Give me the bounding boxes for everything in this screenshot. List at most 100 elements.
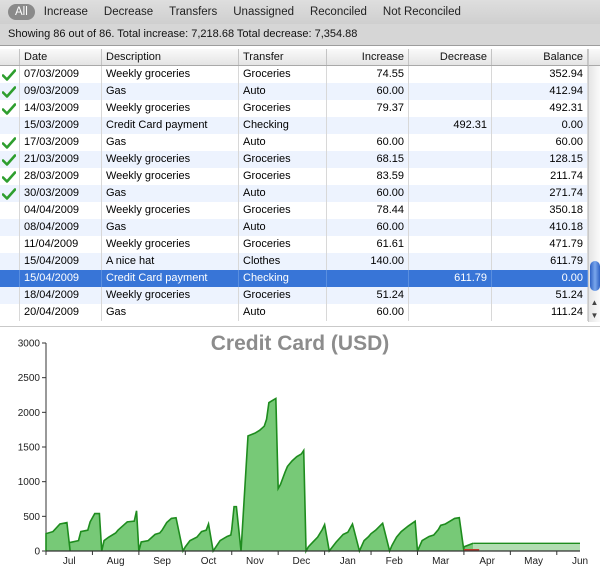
table-row[interactable]: 21/03/2009 Weekly groceries Groceries 68.15… bbox=[0, 151, 588, 168]
reconciled-cell[interactable] bbox=[0, 270, 20, 287]
y-tick-label: 500 bbox=[23, 512, 40, 523]
cell-increase: 60.00 bbox=[327, 185, 409, 202]
reconciled-cell[interactable] bbox=[0, 185, 20, 202]
scroll-up-arrow-icon[interactable]: ▲ bbox=[589, 296, 600, 309]
cell-transfer: Auto bbox=[239, 134, 327, 151]
scrollbar-thumb[interactable] bbox=[590, 261, 600, 291]
table-row[interactable]: 17/03/2009 Gas Auto 60.00 60.00 bbox=[0, 134, 588, 151]
x-tick-label: Aug bbox=[107, 556, 125, 567]
reconciled-cell[interactable] bbox=[0, 236, 20, 253]
cell-transfer: Checking bbox=[239, 117, 327, 134]
table-row[interactable]: 28/03/2009 Weekly groceries Groceries 83.59… bbox=[0, 168, 588, 185]
cell-date: 28/03/2009 bbox=[20, 168, 102, 185]
cell-decrease bbox=[409, 304, 492, 321]
checkmark-icon bbox=[2, 137, 16, 149]
cell-balance: 51.24 bbox=[492, 287, 588, 304]
cell-balance: 128.15 bbox=[492, 151, 588, 168]
cell-decrease bbox=[409, 100, 492, 117]
column-header-increase[interactable]: Increase bbox=[327, 49, 409, 65]
cell-decrease bbox=[409, 236, 492, 253]
table-row[interactable]: 15/04/2009 A nice hat Clothes 140.00 611.79 bbox=[0, 253, 588, 270]
table-row[interactable]: 15/04/2009 Credit Card payment Checking 611… bbox=[0, 270, 588, 287]
column-header-transfer[interactable]: Transfer bbox=[239, 49, 327, 65]
reconciled-cell[interactable] bbox=[0, 168, 20, 185]
table-row[interactable]: 14/03/2009 Weekly groceries Groceries 79.37… bbox=[0, 100, 588, 117]
transaction-summary: Showing 86 out of 86. Total increase: 7,… bbox=[0, 24, 600, 46]
column-header-description[interactable]: Description bbox=[102, 49, 239, 65]
cell-balance: 0.00 bbox=[492, 270, 588, 287]
cell-decrease bbox=[409, 287, 492, 304]
reconciled-column-header[interactable] bbox=[0, 49, 20, 65]
cell-balance: 350.18 bbox=[492, 202, 588, 219]
checkmark-icon bbox=[2, 171, 16, 183]
app-window: All Increase Decrease Transfers Unassign… bbox=[0, 0, 600, 583]
x-tick-label: May bbox=[524, 556, 543, 567]
cell-increase: 83.59 bbox=[327, 168, 409, 185]
cell-description: Weekly groceries bbox=[102, 66, 239, 83]
cell-date: 08/04/2009 bbox=[20, 219, 102, 236]
y-tick-label: 2500 bbox=[18, 373, 41, 384]
filter-transfers[interactable]: Transfers bbox=[162, 4, 224, 20]
cell-description: Credit Card payment bbox=[102, 117, 239, 134]
reconciled-cell[interactable] bbox=[0, 219, 20, 236]
column-header-decrease[interactable]: Decrease bbox=[409, 49, 492, 65]
table-header: Date Description Transfer Increase Decre… bbox=[0, 49, 588, 66]
table-row[interactable]: 18/04/2009 Weekly groceries Groceries 51.24… bbox=[0, 287, 588, 304]
table-row[interactable]: 11/04/2009 Weekly groceries Groceries 61.61… bbox=[0, 236, 588, 253]
cell-transfer: Auto bbox=[239, 83, 327, 100]
column-header-balance[interactable]: Balance bbox=[492, 49, 588, 65]
x-tick-label: Sep bbox=[153, 556, 171, 567]
filter-not-reconciled[interactable]: Not Reconciled bbox=[376, 4, 468, 20]
reconciled-cell[interactable] bbox=[0, 253, 20, 270]
filter-all[interactable]: All bbox=[8, 4, 35, 20]
balance-chart: Credit Card (USD) 0 500 1000 1500 2000 2500 30… bbox=[0, 326, 600, 583]
cell-description: Gas bbox=[102, 304, 239, 321]
cell-date: 15/04/2009 bbox=[20, 253, 102, 270]
reconciled-cell[interactable] bbox=[0, 117, 20, 134]
cell-transfer: Clothes bbox=[239, 253, 327, 270]
table-row[interactable]: 15/03/2009 Credit Card payment Checking 492… bbox=[0, 117, 588, 134]
cell-decrease bbox=[409, 219, 492, 236]
vertical-scrollbar[interactable]: ▲ ▼ bbox=[588, 66, 600, 322]
table-row[interactable]: 20/04/2009 Gas Auto 60.00 111.24 bbox=[0, 304, 588, 321]
column-header-date[interactable]: Date bbox=[20, 49, 102, 65]
cell-description: Credit Card payment bbox=[102, 270, 239, 287]
y-tick-label: 1500 bbox=[18, 443, 41, 454]
filter-unassigned[interactable]: Unassigned bbox=[226, 4, 301, 20]
filter-decrease[interactable]: Decrease bbox=[97, 4, 160, 20]
cell-date: 11/04/2009 bbox=[20, 236, 102, 253]
reconciled-cell[interactable] bbox=[0, 100, 20, 117]
table-row[interactable]: 09/03/2009 Gas Auto 60.00 412.94 bbox=[0, 83, 588, 100]
table-row[interactable]: 04/04/2009 Weekly groceries Groceries 78.44… bbox=[0, 202, 588, 219]
cell-description: Gas bbox=[102, 83, 239, 100]
cell-balance: 111.24 bbox=[492, 304, 588, 321]
cell-balance: 271.74 bbox=[492, 185, 588, 202]
reconciled-cell[interactable] bbox=[0, 134, 20, 151]
reconciled-cell[interactable] bbox=[0, 66, 20, 83]
reconciled-cell[interactable] bbox=[0, 202, 20, 219]
reconciled-cell[interactable] bbox=[0, 287, 20, 304]
filter-increase[interactable]: Increase bbox=[37, 4, 95, 20]
scroll-down-arrow-icon[interactable]: ▼ bbox=[589, 309, 600, 322]
filter-reconciled[interactable]: Reconciled bbox=[303, 4, 374, 20]
x-tick-label: Jun bbox=[572, 556, 588, 567]
cell-date: 15/03/2009 bbox=[20, 117, 102, 134]
cell-date: 18/04/2009 bbox=[20, 287, 102, 304]
reconciled-cell[interactable] bbox=[0, 151, 20, 168]
x-tick-label: Feb bbox=[386, 556, 404, 567]
x-tick-label: Oct bbox=[201, 556, 217, 567]
cell-description: Gas bbox=[102, 185, 239, 202]
cell-date: 17/03/2009 bbox=[20, 134, 102, 151]
table-row[interactable]: 30/03/2009 Gas Auto 60.00 271.74 bbox=[0, 185, 588, 202]
cell-balance: 412.94 bbox=[492, 83, 588, 100]
table-row[interactable]: 07/03/2009 Weekly groceries Groceries 74.55… bbox=[0, 66, 588, 83]
checkmark-icon bbox=[2, 69, 16, 81]
reconciled-cell[interactable] bbox=[0, 83, 20, 100]
table-row[interactable]: 08/04/2009 Gas Auto 60.00 410.18 bbox=[0, 219, 588, 236]
cell-transfer: Groceries bbox=[239, 66, 327, 83]
transactions-table: Date Description Transfer Increase Decre… bbox=[0, 49, 600, 324]
cell-balance: 471.79 bbox=[492, 236, 588, 253]
cell-description: Weekly groceries bbox=[102, 287, 239, 304]
reconciled-cell[interactable] bbox=[0, 304, 20, 321]
cell-description: Weekly groceries bbox=[102, 151, 239, 168]
